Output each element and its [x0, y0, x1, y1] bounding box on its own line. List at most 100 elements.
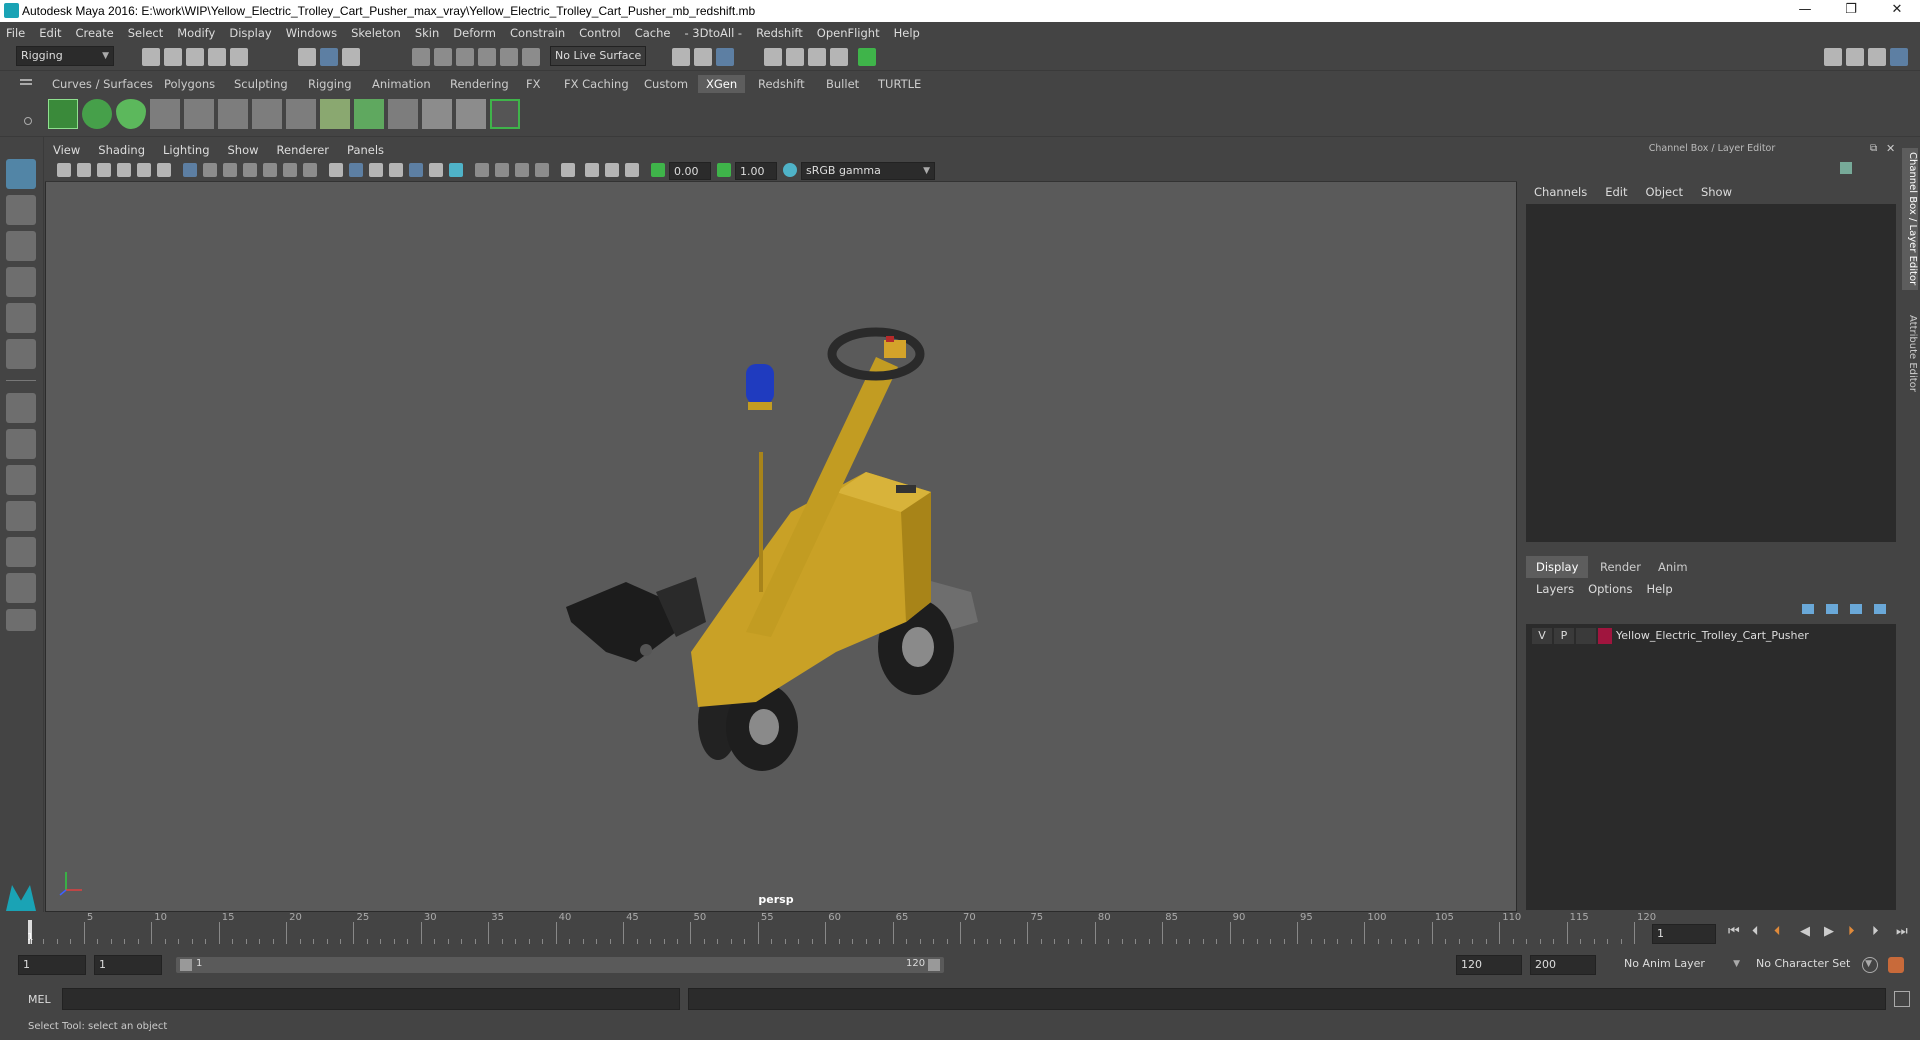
play-backwards-icon[interactable]: ◀	[1800, 924, 1810, 939]
single-perspective-layout-icon[interactable]	[6, 393, 36, 423]
side-tab-channel-box[interactable]: Channel Box / Layer Editor	[1902, 148, 1918, 290]
viewport-menu-lighting[interactable]: Lighting	[163, 143, 209, 157]
view-transform-dropdown[interactable]: sRGB gamma ▼	[801, 162, 935, 180]
resolution-gate-icon[interactable]	[223, 163, 237, 177]
close-panel-icon[interactable]: ✕	[1886, 142, 1895, 155]
menu-edit[interactable]: Edit	[39, 26, 61, 40]
playback-end-field[interactable]: 120	[1456, 955, 1522, 975]
tab-anim[interactable]: Anim	[1648, 556, 1698, 578]
input-ops-icon[interactable]	[672, 48, 690, 66]
scale-tool-icon[interactable]	[6, 339, 36, 369]
xgen-comb-icon[interactable]	[422, 99, 452, 129]
shelf-tab-turtle[interactable]: TURTLE	[870, 75, 929, 93]
shelf-tab-bullet[interactable]: Bullet	[818, 75, 867, 93]
xgen-create-description-icon[interactable]	[116, 99, 146, 129]
character-set-dropdown[interactable]: No Character Set ▼	[1752, 955, 1876, 975]
menu-help[interactable]: Help	[894, 26, 920, 40]
redo-icon[interactable]	[230, 48, 248, 66]
minimize-button[interactable]: —	[1782, 0, 1828, 22]
xgen-move-guide-icon[interactable]	[184, 99, 214, 129]
menu-skeleton[interactable]: Skeleton	[351, 26, 401, 40]
range-slider[interactable]: 1 120	[176, 957, 944, 973]
menu-3dtoall[interactable]: - 3DtoAll -	[684, 26, 742, 40]
side-tab-attribute-editor[interactable]: Attribute Editor	[1902, 308, 1918, 398]
persp-graph-layout-icon[interactable]	[6, 501, 36, 531]
depth-of-field-icon[interactable]	[535, 163, 549, 177]
viewport-menu-panels[interactable]: Panels	[347, 143, 384, 157]
xgen-preview-icon[interactable]	[82, 99, 112, 129]
layer-playback-toggle[interactable]: P	[1554, 628, 1574, 644]
xgen-sculpt-icon[interactable]	[388, 99, 418, 129]
xgen-toggle-icon[interactable]	[490, 99, 520, 129]
snap-grid-icon[interactable]	[412, 48, 430, 66]
menu-control[interactable]: Control	[579, 26, 621, 40]
play-forwards-icon[interactable]: ▶	[1824, 924, 1834, 939]
menu-modify[interactable]: Modify	[177, 26, 215, 40]
shelf-tab-rigging[interactable]: Rigging	[300, 75, 360, 93]
range-start-handle[interactable]	[180, 959, 192, 971]
animation-start-field[interactable]: 1	[18, 955, 86, 975]
four-view-layout-icon[interactable]	[6, 429, 36, 459]
tab-render[interactable]: Render	[1590, 556, 1651, 578]
xgen-guide-shape-icon[interactable]	[252, 99, 282, 129]
live-surface-field[interactable]: No Live Surface	[550, 46, 646, 66]
current-frame-field[interactable]: 1	[1652, 924, 1716, 944]
menu-skin[interactable]: Skin	[415, 26, 439, 40]
shelf-tab-polygons[interactable]: Polygons	[156, 75, 223, 93]
menu-cache[interactable]: Cache	[635, 26, 671, 40]
channel-box-area[interactable]	[1526, 204, 1896, 542]
auto-key-icon[interactable]	[1862, 957, 1878, 973]
script-editor-icon[interactable]	[1894, 991, 1910, 1007]
xray-joints-icon[interactable]	[625, 163, 639, 177]
xgen-add-guide-icon[interactable]	[150, 99, 180, 129]
use-all-lights-icon[interactable]	[429, 163, 443, 177]
xray-active-components-icon[interactable]	[605, 163, 619, 177]
new-layer-selected-icon[interactable]	[1874, 604, 1886, 614]
render-current-frame-icon[interactable]	[764, 48, 782, 66]
output-ops-icon[interactable]	[694, 48, 712, 66]
shelf-menu-icon[interactable]	[20, 79, 32, 81]
menu-create[interactable]: Create	[76, 26, 114, 40]
move-layer-up-icon[interactable]	[1802, 604, 1814, 614]
persp-hypershade-layout-icon[interactable]	[6, 537, 36, 567]
shelf-tab-rendering[interactable]: Rendering	[442, 75, 517, 93]
step-back-key-icon[interactable]: ⏴	[1752, 924, 1759, 939]
layer-color-swatch[interactable]	[1598, 628, 1612, 644]
select-component-icon[interactable]	[342, 48, 360, 66]
cb-menu-edit[interactable]: Edit	[1605, 185, 1627, 199]
field-chart-icon[interactable]	[263, 163, 277, 177]
range-end-handle[interactable]	[928, 959, 940, 971]
shelf-tab-xgen[interactable]: XGen	[698, 75, 746, 93]
render-settings-icon[interactable]	[808, 48, 826, 66]
tab-display[interactable]: Display	[1526, 556, 1589, 578]
use-default-material-icon[interactable]	[389, 163, 403, 177]
restore-button[interactable]: ❐	[1828, 0, 1874, 22]
select-object-icon[interactable]	[320, 48, 338, 66]
layer-name[interactable]: Yellow_Electric_Trolley_Cart_Pusher	[1616, 628, 1809, 644]
grid-toggle-icon[interactable]	[183, 163, 197, 177]
menu-constrain[interactable]: Constrain	[510, 26, 565, 40]
go-to-end-icon[interactable]: ⏭	[1896, 924, 1908, 939]
redshift-render-view-icon[interactable]	[858, 48, 876, 66]
layer-row[interactable]: V P Yellow_Electric_Trolley_Cart_Pusher	[1530, 626, 1892, 646]
le-menu-options[interactable]: Options	[1588, 582, 1632, 596]
xgen-guides-to-curves-icon[interactable]	[320, 99, 350, 129]
new-layer-icon[interactable]	[1850, 604, 1862, 614]
hypershade-icon[interactable]	[830, 48, 848, 66]
outliner-persp-layout-icon[interactable]	[6, 573, 36, 603]
step-back-frame-icon[interactable]: ⏴	[1774, 924, 1781, 939]
viewport-menu-show[interactable]: Show	[228, 143, 259, 157]
cb-options-icon[interactable]	[1840, 162, 1852, 174]
step-forward-key-icon[interactable]: ⏵	[1872, 924, 1879, 939]
animation-end-field[interactable]: 200	[1530, 955, 1596, 975]
image-plane-icon[interactable]	[117, 163, 131, 177]
cb-menu-channels[interactable]: Channels	[1534, 185, 1587, 199]
move-tool-icon[interactable]	[6, 267, 36, 297]
screen-space-ao-icon[interactable]	[475, 163, 489, 177]
color-management-icon[interactable]	[783, 163, 797, 177]
grease-pencil-icon[interactable]	[157, 163, 171, 177]
menu-redshift[interactable]: Redshift	[756, 26, 803, 40]
le-menu-help[interactable]: Help	[1646, 582, 1672, 596]
anti-aliasing-icon[interactable]	[515, 163, 529, 177]
xgen-lock-guide-icon[interactable]	[286, 99, 316, 129]
